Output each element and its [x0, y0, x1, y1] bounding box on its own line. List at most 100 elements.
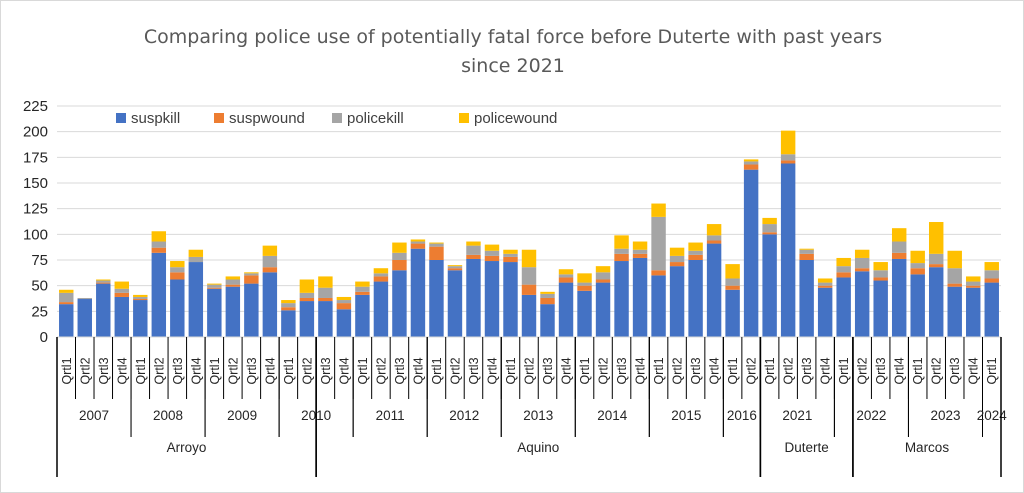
chart-title: Comparing police use of potentially fata…	[144, 26, 882, 48]
y-tick-label: 50	[31, 278, 48, 295]
year-label: 2022	[856, 408, 886, 423]
bar-suspwound	[706, 240, 722, 244]
bar-suspwound	[484, 255, 500, 262]
bar-suspwound	[928, 264, 944, 268]
quarter-label: Qrtl4	[967, 357, 981, 384]
bar-policewound	[170, 261, 185, 268]
bar-suspwound	[429, 246, 444, 260]
bar-suspkill	[873, 280, 888, 337]
bar-suspkill	[780, 163, 796, 337]
bar-policekill	[484, 250, 500, 256]
bar-suspkill	[262, 272, 278, 337]
year-label: 2021	[782, 408, 812, 423]
quarter-label: Qrtl3	[393, 357, 407, 384]
quarter-label: Qrtl2	[856, 357, 870, 384]
bar-policekill	[244, 273, 259, 276]
legend-label-policewound: policewound	[474, 110, 557, 127]
quarter-label: Qrtl2	[152, 357, 166, 384]
quarter-label: Qrtl4	[708, 357, 722, 384]
quarter-label: Qrtl4	[115, 357, 129, 384]
bar-suspkill	[429, 260, 444, 337]
y-tick-label: 25	[31, 303, 48, 320]
bar-suspkill	[59, 304, 74, 337]
bar-policekill	[96, 280, 111, 283]
bar-policewound	[725, 264, 740, 279]
bar-suspwound	[651, 270, 666, 276]
bar-policekill	[928, 253, 944, 265]
bar-suspwound	[891, 252, 907, 259]
bar-suspkill	[947, 286, 962, 337]
bar-policekill	[355, 286, 370, 292]
quarter-label: Qrtl1	[504, 357, 518, 384]
quarter-label: Qrtl1	[430, 357, 444, 384]
bar-suspwound	[614, 253, 629, 262]
bar-suspwound	[207, 287, 222, 289]
bar-suspkill	[281, 310, 296, 337]
bar-policekill	[207, 284, 222, 288]
quarter-label: Qrtl4	[263, 357, 277, 384]
quarter-label: Qrtl3	[171, 357, 185, 384]
bar-policekill	[984, 270, 999, 279]
bar-suspwound	[799, 253, 814, 260]
bar-suspkill	[114, 296, 130, 337]
bar-suspkill	[928, 267, 944, 337]
legend-label-suspwound: suspwound	[229, 110, 305, 127]
bar-suspwound	[466, 254, 481, 259]
bar-policewound	[466, 241, 481, 246]
bar-suspwound	[133, 299, 148, 301]
bar-suspkill	[743, 169, 759, 337]
bar-policekill	[521, 267, 537, 285]
period-label: Duterte	[785, 440, 829, 455]
bar-policekill	[410, 241, 426, 244]
bar-suspkill	[188, 262, 204, 337]
y-tick-label: 100	[23, 226, 48, 243]
bar-suspkill	[355, 294, 370, 337]
bar-suspkill	[984, 282, 999, 337]
bar-policewound	[891, 228, 907, 242]
y-tick-label: 0	[40, 329, 48, 346]
quarter-label: Qrtl2	[374, 357, 388, 384]
bar-suspkill	[133, 300, 148, 337]
bar-policewound	[262, 245, 278, 256]
year-label: 2023	[930, 408, 960, 423]
bar-suspkill	[966, 287, 981, 337]
bar-policekill	[225, 279, 241, 285]
bar-suspkill	[688, 260, 703, 337]
bar-suspwound	[262, 267, 278, 273]
bar-suspwound	[114, 292, 130, 297]
bar-policekill	[447, 266, 463, 269]
bar-policewound	[244, 272, 259, 274]
quarter-label: Qrtl1	[652, 357, 666, 384]
bar-policewound	[854, 249, 870, 258]
bar-suspwound	[244, 275, 259, 284]
bar-suspwound	[743, 164, 759, 170]
bar-suspwound	[355, 291, 370, 295]
quarter-label: Qrtl1	[763, 357, 777, 384]
bar-policewound	[336, 296, 352, 301]
bar-policekill	[262, 255, 278, 268]
bar-policewound	[447, 265, 463, 267]
bar-suspwound	[854, 268, 870, 272]
bar-policewound	[355, 281, 370, 287]
legend-swatch-policewound	[459, 113, 469, 123]
bar-policekill	[429, 243, 444, 247]
bar-policewound	[299, 279, 315, 293]
quarter-label: Qrtl1	[578, 357, 592, 384]
quarter-label: Qrtl3	[948, 357, 962, 384]
quarter-label: Qrtl4	[337, 357, 351, 384]
bar-policekill	[873, 270, 888, 278]
year-label: 2013	[523, 408, 553, 423]
bar-policewound	[429, 242, 444, 244]
bar-policewound	[558, 269, 574, 275]
year-label: 2007	[79, 408, 109, 423]
period-label: Aquino	[517, 440, 559, 455]
bar-suspwound	[59, 302, 74, 305]
bar-suspkill	[854, 271, 870, 337]
bar-policekill	[854, 257, 870, 269]
bar-suspkill	[466, 258, 481, 337]
bar-policekill	[133, 296, 148, 300]
chart-subtitle: since 2021	[461, 55, 565, 77]
bar-suspwound	[817, 285, 833, 288]
bar-policekill	[114, 288, 130, 293]
quarter-label: Qrtl2	[782, 357, 796, 384]
